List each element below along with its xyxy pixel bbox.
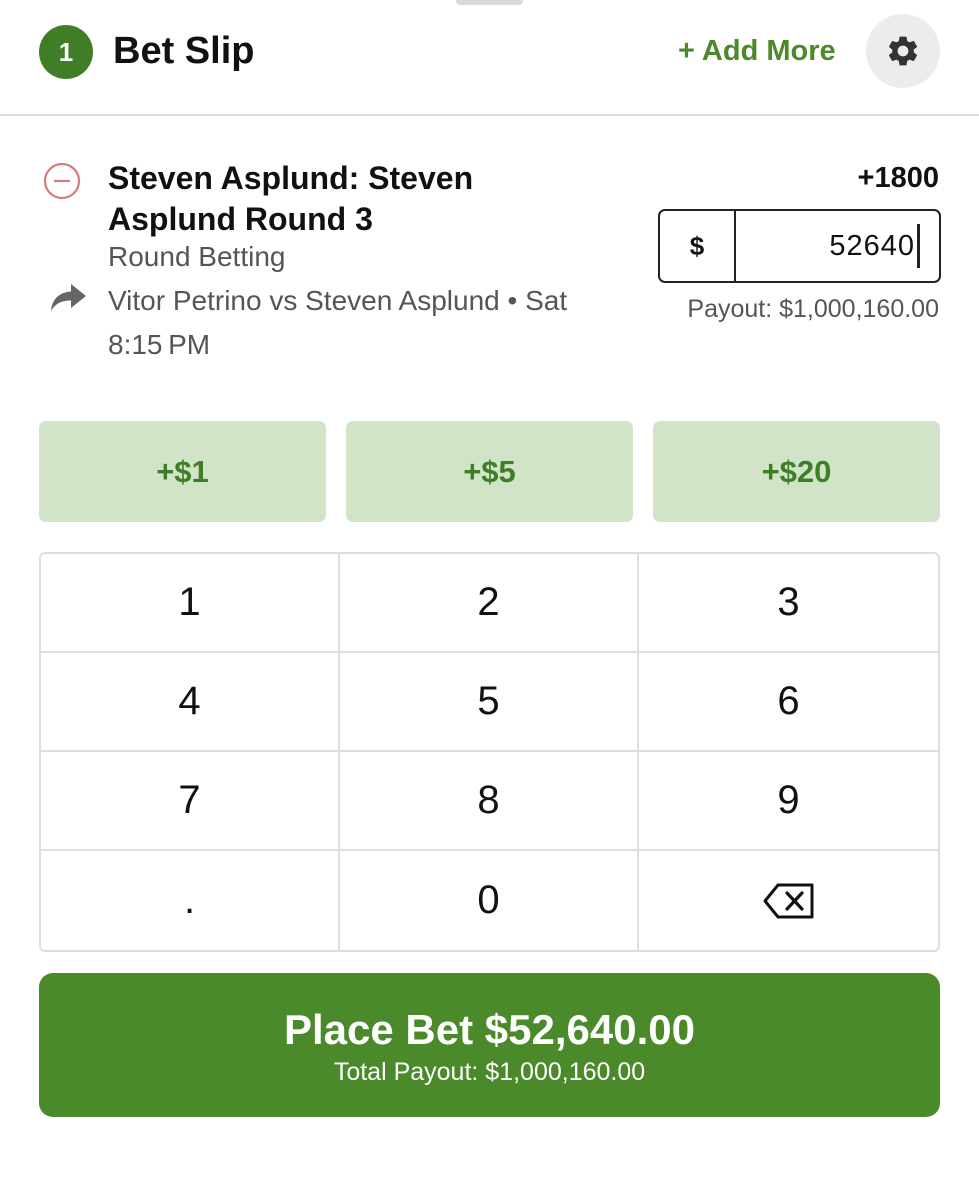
share-arrow-icon[interactable] — [48, 281, 88, 313]
key-5[interactable]: 5 — [340, 653, 639, 752]
selection-title: Steven Asplund: Steven Asplund Round 3 — [108, 160, 474, 237]
quick-add-5-button[interactable]: +$5 — [346, 421, 633, 522]
market-name: Round Betting — [108, 241, 286, 272]
quick-add-20-button[interactable]: +$20 — [653, 421, 940, 522]
key-7[interactable]: 7 — [41, 752, 340, 851]
backspace-icon — [763, 883, 813, 918]
quick-add-1-button[interactable]: +$1 — [39, 421, 326, 522]
bet-slip-header: 1 Bet Slip + Add More — [0, 0, 979, 116]
key-8[interactable]: 8 — [340, 752, 639, 851]
remove-circle-icon[interactable] — [43, 162, 81, 200]
key-6[interactable]: 6 — [639, 653, 938, 752]
event-info: Vitor Petrino vs Steven Asplund • Sat 8:… — [108, 285, 568, 360]
key-0[interactable]: 0 — [340, 851, 639, 950]
key-2[interactable]: 2 — [340, 554, 639, 653]
page-title: Bet Slip — [113, 30, 255, 72]
settings-button[interactable] — [866, 14, 940, 88]
key-9[interactable]: 9 — [639, 752, 938, 851]
gear-icon — [888, 36, 918, 66]
key-decimal[interactable]: . — [41, 851, 340, 950]
total-payout-label: Total Payout: $1,000,160.00 — [333, 1058, 646, 1086]
place-bet-button[interactable]: Place Bet $52,640.00 Total Payout: $1,00… — [39, 973, 940, 1117]
add-more-button[interactable]: + Add More — [678, 33, 836, 69]
bet-count-badge: 1 — [39, 25, 93, 79]
key-1[interactable]: 1 — [41, 554, 340, 653]
place-bet-label: Place Bet $52,640.00 — [284, 1006, 695, 1053]
payout-label: Payout: $1,000,160.00 — [687, 295, 939, 323]
key-4[interactable]: 4 — [41, 653, 340, 752]
key-backspace[interactable] — [639, 851, 938, 950]
odds-value: +1800 — [857, 162, 939, 194]
numeric-keypad: 1 2 3 4 5 6 7 8 9 . 0 — [39, 552, 940, 952]
wager-input[interactable]: 52640 — [736, 211, 939, 281]
currency-symbol: $ — [660, 211, 736, 281]
wager-amount: 52640 — [829, 229, 915, 262]
text-cursor — [917, 224, 920, 268]
key-3[interactable]: 3 — [639, 554, 938, 653]
wager-field[interactable]: $ 52640 — [658, 209, 941, 283]
